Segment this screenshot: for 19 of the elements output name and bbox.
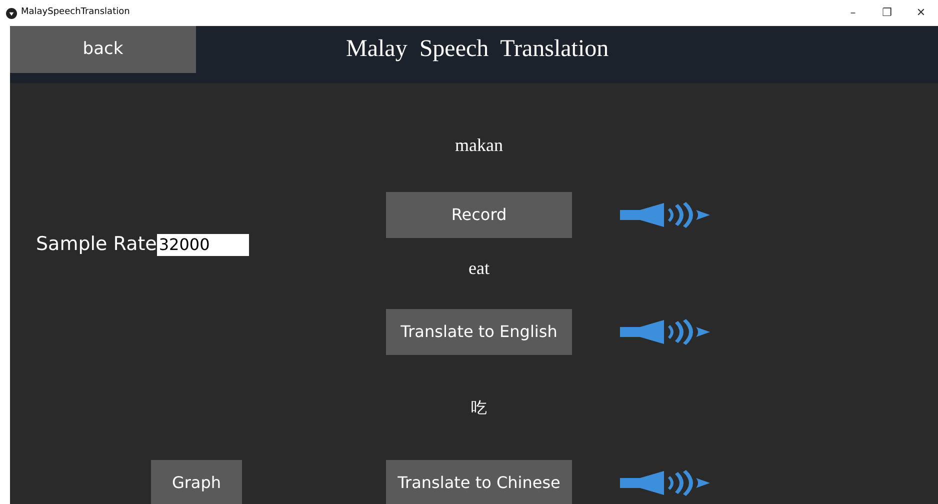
window-title: MalaySpeechTranslation xyxy=(21,6,130,20)
malay-word: makan xyxy=(455,134,503,157)
sample-rate-field[interactable]: 32000 xyxy=(156,234,249,256)
speaker-icon[interactable] xyxy=(620,470,710,496)
close-button[interactable]: ✕ xyxy=(904,4,938,22)
english-word: eat xyxy=(468,257,490,280)
restore-button[interactable]: ❐ xyxy=(870,4,904,22)
sample-rate-label: Sample Rate xyxy=(36,232,157,258)
back-button[interactable]: back xyxy=(10,26,196,73)
app-icon xyxy=(6,8,17,18)
translate-chinese-button[interactable]: Translate to Chinese xyxy=(386,460,572,504)
minimize-button[interactable]: – xyxy=(836,4,870,22)
app-title: Malay Speech Translation xyxy=(346,35,609,64)
speaker-icon[interactable] xyxy=(620,202,710,228)
record-button[interactable]: Record xyxy=(386,192,572,238)
translate-english-button[interactable]: Translate to English xyxy=(386,309,572,355)
graph-button[interactable]: Graph xyxy=(151,460,242,504)
chinese-word: 吃 xyxy=(471,396,487,418)
speaker-icon[interactable] xyxy=(620,319,710,345)
